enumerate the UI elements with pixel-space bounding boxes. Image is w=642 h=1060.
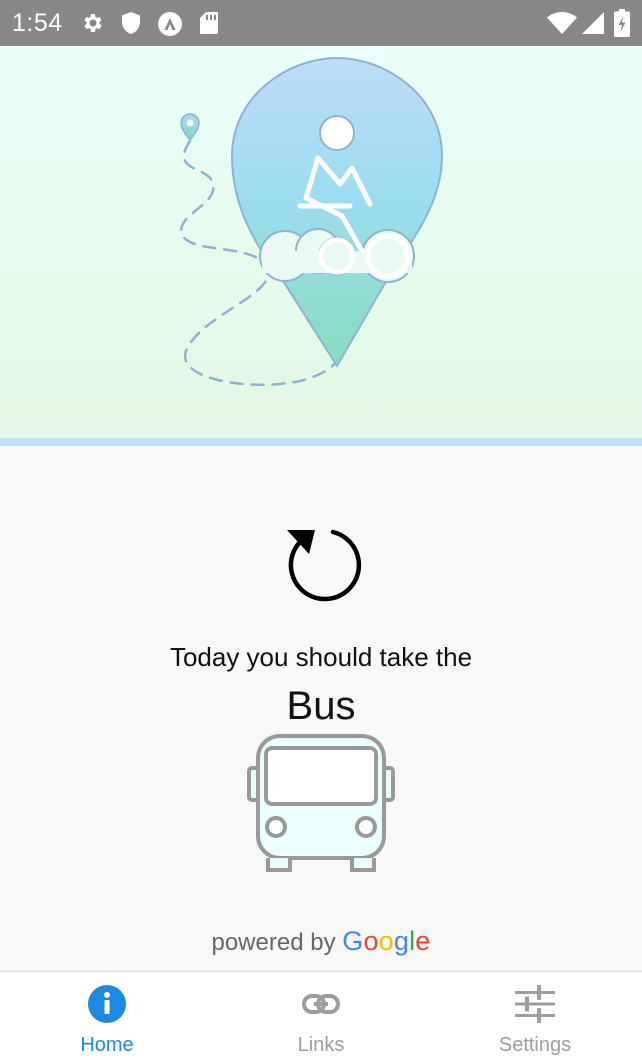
refresh-icon[interactable] bbox=[281, 520, 365, 604]
google-logo-letter: o bbox=[378, 926, 394, 956]
tab-home-label: Home bbox=[80, 1034, 134, 1056]
tab-home[interactable]: Home bbox=[0, 972, 214, 1060]
powered-by-google: powered by Google bbox=[0, 926, 642, 957]
status-bar: 1:54 bbox=[0, 0, 642, 46]
app-a-icon bbox=[158, 12, 182, 36]
powered-by-text: powered by bbox=[211, 929, 336, 956]
status-time: 1:54 bbox=[12, 9, 63, 37]
link-icon bbox=[302, 994, 340, 1014]
battery-icon bbox=[614, 9, 630, 37]
google-logo-letter: G bbox=[342, 926, 364, 956]
hero-banner bbox=[0, 46, 642, 438]
sliders-icon bbox=[515, 985, 555, 1023]
sd-card-icon bbox=[200, 12, 218, 34]
wifi-icon bbox=[547, 12, 577, 34]
google-logo: Google bbox=[342, 926, 430, 956]
cyclist-in-map-pin-illustration bbox=[180, 56, 444, 386]
cell-signal-icon bbox=[582, 12, 604, 34]
hero-divider bbox=[0, 438, 642, 446]
google-logo-letter: g bbox=[393, 926, 410, 956]
gear-icon bbox=[84, 14, 102, 32]
shield-icon bbox=[122, 12, 140, 34]
bus-icon bbox=[247, 734, 395, 872]
bottom-tab-bar: Home Links Settings bbox=[0, 971, 642, 1060]
tab-settings-label: Settings bbox=[498, 1034, 572, 1056]
tab-links[interactable]: Links bbox=[214, 972, 428, 1060]
tab-links-label: Links bbox=[297, 1034, 345, 1056]
recommended-mode: Bus bbox=[286, 684, 356, 728]
google-logo-letter: o bbox=[363, 926, 379, 956]
google-logo-letter: e bbox=[415, 926, 431, 956]
info-icon bbox=[88, 985, 126, 1023]
recommendation-prompt: Today you should take the bbox=[169, 642, 473, 672]
tab-settings[interactable]: Settings bbox=[428, 972, 642, 1060]
